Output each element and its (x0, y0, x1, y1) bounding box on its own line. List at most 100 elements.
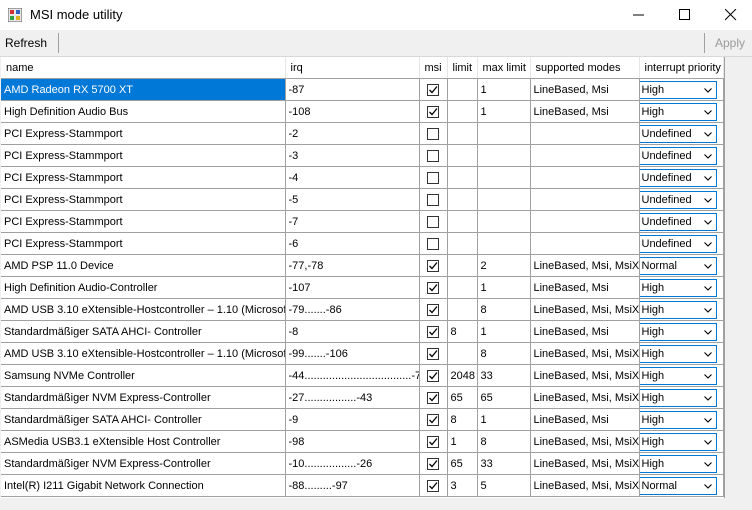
interrupt-priority-dropdown[interactable]: High (639, 454, 717, 473)
table-row[interactable]: AMD PSP 11.0 Device -77,-78 2 LineBased, Ms… (1, 254, 724, 277)
cell-name[interactable]: AMD USB 3.10 eXtensible-Hostcontroller –… (1, 298, 286, 321)
cell-name[interactable]: High Definition Audio Bus (1, 100, 286, 123)
cell-limit[interactable] (447, 144, 478, 167)
cell-interrupt-priority[interactable]: High (639, 452, 724, 475)
apply-button[interactable]: Apply (715, 34, 745, 52)
cell-name[interactable]: PCI Express-Stammport (1, 166, 286, 189)
cell-interrupt-priority[interactable]: High (639, 298, 724, 321)
cell-msi[interactable] (419, 78, 448, 101)
cell-msi[interactable] (419, 474, 448, 497)
cell-limit[interactable] (447, 166, 478, 189)
cell-irq[interactable]: -87 (285, 78, 420, 101)
cell-max-limit[interactable]: 33 (477, 364, 531, 387)
interrupt-priority-dropdown[interactable]: High (639, 366, 717, 385)
cell-irq[interactable]: -77,-78 (285, 254, 420, 277)
msi-checkbox[interactable] (426, 480, 439, 492)
table-row[interactable]: Samsung NVMe Controller -44..............… (1, 364, 724, 387)
cell-name[interactable]: PCI Express-Stammport (1, 144, 286, 167)
table-row[interactable]: PCI Express-Stammport -2 Undefined (1, 122, 724, 145)
cell-interrupt-priority[interactable]: High (639, 320, 724, 343)
table-row[interactable]: PCI Express-Stammport -7 Undefined (1, 210, 724, 233)
cell-limit[interactable] (447, 122, 478, 145)
column-header-name[interactable]: name (1, 57, 286, 79)
column-header-max-limit[interactable]: max limit (477, 57, 531, 79)
cell-name[interactable]: Standardmäßiger SATA AHCI- Controller (1, 408, 286, 431)
cell-interrupt-priority[interactable]: High (639, 342, 724, 365)
interrupt-priority-dropdown[interactable]: High (639, 432, 717, 451)
cell-limit[interactable] (447, 210, 478, 233)
cell-limit[interactable]: 2048 (447, 364, 478, 387)
cell-name[interactable]: High Definition Audio-Controller (1, 276, 286, 299)
interrupt-priority-dropdown[interactable]: Normal (639, 476, 717, 495)
cell-interrupt-priority[interactable]: High (639, 78, 724, 101)
cell-interrupt-priority[interactable]: High (639, 386, 724, 409)
cell-irq[interactable]: -44...................................-7… (285, 364, 420, 387)
cell-limit[interactable] (447, 342, 478, 365)
msi-checkbox[interactable] (426, 282, 439, 294)
cell-max-limit[interactable] (477, 210, 531, 233)
cell-msi[interactable] (419, 166, 448, 189)
cell-limit[interactable]: 8 (447, 408, 478, 431)
table-row[interactable]: Standardmäßiger NVM Express-Controller -1… (1, 452, 724, 475)
table-row[interactable]: PCI Express-Stammport -6 Undefined (1, 232, 724, 255)
maximize-button[interactable] (662, 0, 708, 30)
cell-interrupt-priority[interactable]: High (639, 408, 724, 431)
cell-max-limit[interactable]: 1 (477, 408, 531, 431)
msi-checkbox[interactable] (426, 260, 439, 272)
cell-msi[interactable] (419, 232, 448, 255)
cell-name[interactable]: Standardmäßiger SATA AHCI- Controller (1, 320, 286, 343)
msi-checkbox[interactable] (426, 458, 439, 470)
cell-interrupt-priority[interactable]: High (639, 364, 724, 387)
cell-limit[interactable] (447, 254, 478, 277)
column-header-msi[interactable]: msi (419, 57, 448, 79)
cell-name[interactable]: AMD PSP 11.0 Device (1, 254, 286, 277)
cell-irq[interactable]: -107 (285, 276, 420, 299)
cell-irq[interactable]: -7 (285, 210, 420, 233)
cell-msi[interactable] (419, 364, 448, 387)
table-row[interactable]: AMD USB 3.10 eXtensible-Hostcontroller –… (1, 298, 724, 321)
cell-max-limit[interactable]: 2 (477, 254, 531, 277)
cell-msi[interactable] (419, 188, 448, 211)
cell-irq[interactable]: -5 (285, 188, 420, 211)
cell-msi[interactable] (419, 276, 448, 299)
cell-limit[interactable] (447, 100, 478, 123)
cell-msi[interactable] (419, 386, 448, 409)
cell-name[interactable]: AMD Radeon RX 5700 XT (1, 78, 286, 101)
column-header-supported-modes[interactable]: supported modes (530, 57, 640, 79)
msi-checkbox[interactable] (426, 106, 439, 118)
cell-msi[interactable] (419, 452, 448, 475)
msi-checkbox[interactable] (426, 194, 439, 206)
cell-max-limit[interactable]: 8 (477, 298, 531, 321)
cell-max-limit[interactable]: 8 (477, 430, 531, 453)
cell-irq[interactable]: -88.........-97 (285, 474, 420, 497)
table-row[interactable]: PCI Express-Stammport -3 Undefined (1, 144, 724, 167)
cell-max-limit[interactable]: 33 (477, 452, 531, 475)
cell-irq[interactable]: -10.................-26 (285, 452, 420, 475)
column-header-interrupt-priority[interactable]: interrupt priority (639, 57, 724, 79)
table-row[interactable]: Intel(R) I211 Gigabit Network Connection… (1, 474, 724, 497)
cell-irq[interactable]: -27.................-43 (285, 386, 420, 409)
cell-max-limit[interactable] (477, 122, 531, 145)
msi-checkbox[interactable] (426, 238, 439, 250)
interrupt-priority-dropdown[interactable]: Undefined (639, 168, 717, 187)
cell-limit[interactable]: 3 (447, 474, 478, 497)
interrupt-priority-dropdown[interactable]: High (639, 388, 717, 407)
cell-name[interactable]: PCI Express-Stammport (1, 122, 286, 145)
cell-interrupt-priority[interactable]: High (639, 276, 724, 299)
cell-msi[interactable] (419, 144, 448, 167)
table-row[interactable]: AMD USB 3.10 eXtensible-Hostcontroller –… (1, 342, 724, 365)
msi-checkbox[interactable] (426, 414, 439, 426)
cell-msi[interactable] (419, 320, 448, 343)
cell-max-limit[interactable]: 1 (477, 320, 531, 343)
cell-interrupt-priority[interactable]: Undefined (639, 144, 724, 167)
column-header-irq[interactable]: irq (285, 57, 420, 79)
interrupt-priority-dropdown[interactable]: Undefined (639, 234, 717, 253)
cell-irq[interactable]: -79.......-86 (285, 298, 420, 321)
cell-limit[interactable] (447, 188, 478, 211)
cell-limit[interactable] (447, 298, 478, 321)
cell-msi[interactable] (419, 298, 448, 321)
cell-irq[interactable]: -98 (285, 430, 420, 453)
cell-msi[interactable] (419, 100, 448, 123)
cell-max-limit[interactable]: 1 (477, 276, 531, 299)
cell-irq[interactable]: -3 (285, 144, 420, 167)
